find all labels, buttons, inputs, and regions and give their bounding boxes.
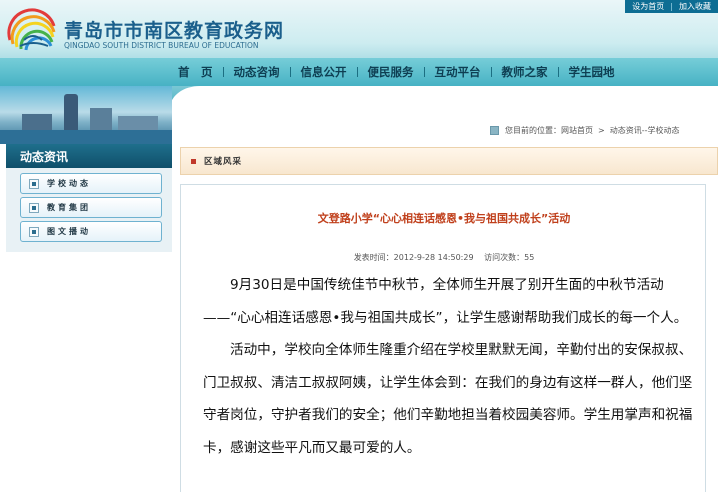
- sidebar-item-education-group[interactable]: 教育集团: [20, 197, 162, 218]
- article-panel: 文登路小学“心心相连话感恩•我与祖国共成长”活动 发表时间：2012-9-28 …: [180, 184, 706, 492]
- nav-item-services[interactable]: 便民服务: [358, 64, 424, 80]
- nav-item-students[interactable]: 学生园地: [559, 64, 625, 80]
- nav-item-info-disclosure[interactable]: 信息公开: [291, 64, 357, 80]
- sidebar-menu: 学校动态 教育集团 图文播动: [6, 168, 172, 252]
- nav-item-news[interactable]: 动态咨询: [224, 64, 290, 80]
- breadcrumb-separator: >: [598, 126, 605, 135]
- publish-time: 发表时间：2012-9-28 14:50:29: [353, 253, 474, 262]
- article-body: 9月30日是中国传统佳节中秋节，全体师生开展了别开生面的中秋节活动——“心心相连…: [203, 269, 695, 464]
- nav-item-home[interactable]: 首 页: [168, 64, 223, 80]
- square-bullet-icon: [29, 202, 39, 213]
- sidebar-item-label: 图文播动: [47, 227, 91, 236]
- header-wave: [170, 86, 718, 108]
- sidebar-item-photo-news[interactable]: 图文播动: [20, 221, 162, 242]
- add-favorite-link[interactable]: 加入收藏: [676, 1, 714, 12]
- sidebar-item-label: 学校动态: [47, 179, 91, 188]
- article-meta: 发表时间：2012-9-28 14:50:29 访问次数：55: [181, 252, 707, 263]
- location-icon: [490, 126, 499, 135]
- breadcrumb-home-link[interactable]: 网站首页: [561, 125, 593, 136]
- main-nav: 首 页 动态咨询 信息公开 便民服务 互动平台 教师之家 学生园地: [168, 58, 625, 86]
- article-paragraph: 9月30日是中国传统佳节中秋节，全体师生开展了别开生面的中秋节活动——“心心相连…: [203, 277, 688, 326]
- square-bullet-icon: [29, 178, 39, 189]
- sidebar-item-school-news[interactable]: 学校动态: [20, 173, 162, 194]
- nav-item-interaction[interactable]: 互动平台: [425, 64, 491, 80]
- top-links: 设为首页 | 加入收藏: [625, 0, 718, 13]
- breadcrumb-prefix: 您目前的位置：: [505, 126, 561, 135]
- breadcrumb: 您目前的位置： 网站首页 > 动态资讯--学校动态: [490, 125, 679, 136]
- site-logo-icon: [7, 8, 56, 51]
- top-links-divider: |: [670, 2, 673, 11]
- section-header: 区域风采: [180, 147, 718, 175]
- section-title: 区域风采: [204, 157, 243, 167]
- sidebar-title: 动态资讯: [6, 144, 172, 168]
- breadcrumb-current[interactable]: 动态资讯--学校动态: [610, 125, 680, 136]
- red-square-icon: [191, 158, 196, 164]
- square-bullet-icon: [29, 226, 39, 237]
- article-paragraph: 活动中，学校向全体师生隆重介绍在学校里默默无闻，辛勤付出的安保叔叔、门卫叔叔、清…: [203, 342, 693, 456]
- view-count: 访问次数：55: [484, 253, 535, 262]
- article-title: 文登路小学“心心相连话感恩•我与祖国共成长”活动: [317, 212, 571, 225]
- city-banner-image: [0, 86, 172, 144]
- site-title: 青岛市市南区教育政务网: [64, 20, 285, 42]
- sidebar-item-label: 教育集团: [47, 203, 91, 212]
- set-homepage-link[interactable]: 设为首页: [629, 1, 667, 12]
- nav-item-teachers[interactable]: 教师之家: [492, 64, 558, 80]
- site-subtitle: QINGDAO SOUTH DISTRICT BUREAU OF EDUCATI…: [64, 41, 259, 50]
